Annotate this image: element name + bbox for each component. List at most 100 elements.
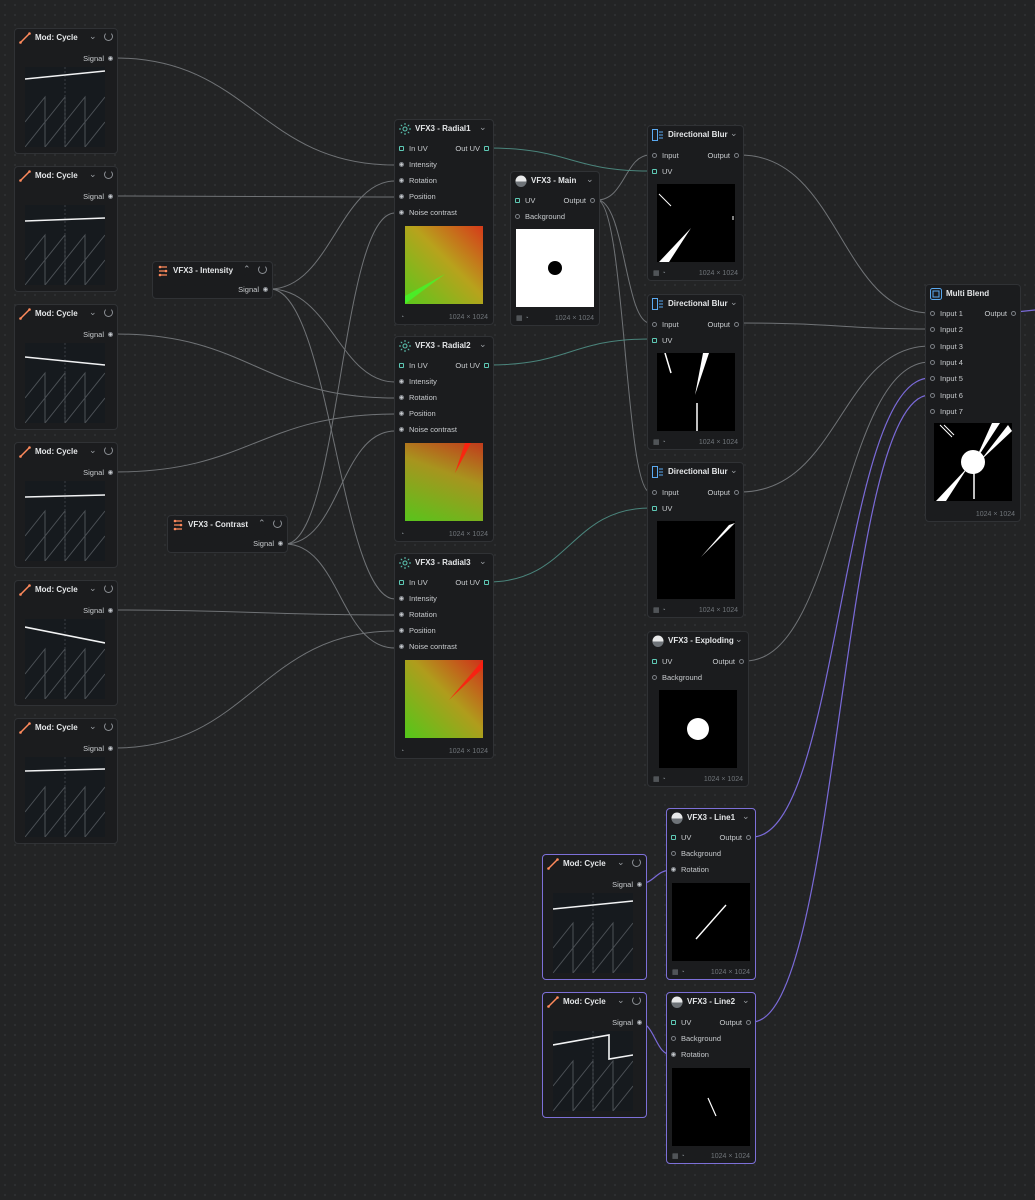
directional-blur-node-1[interactable]: Directional Blur ⌄ Input Output UV ▦ ◔ 1… bbox=[647, 125, 744, 281]
intensity-node[interactable]: VFX3 - Intensity ⌃ Signal bbox=[152, 261, 273, 299]
output-port[interactable]: Output bbox=[689, 149, 739, 163]
output-port[interactable]: Output bbox=[694, 655, 744, 669]
timeline-icon[interactable]: ▦ ◔ bbox=[653, 269, 666, 277]
node-title: Mod: Cycle bbox=[35, 171, 78, 180]
sphere-icon bbox=[671, 996, 683, 1008]
signal-output[interactable]: Signal bbox=[53, 190, 113, 204]
mod-cycle-node-5[interactable]: Mod: Cycle ⌄ Signal bbox=[14, 580, 118, 706]
signal-output[interactable]: Signal bbox=[582, 1016, 642, 1030]
output-port[interactable]: Output bbox=[689, 486, 739, 500]
power-icon[interactable] bbox=[104, 308, 113, 317]
chevron-down-icon[interactable]: ⌄ bbox=[479, 556, 487, 567]
modulator-curve-icon bbox=[19, 32, 31, 44]
chevron-up-icon[interactable]: ⌃ bbox=[243, 264, 251, 275]
out-uv-port[interactable]: Out UV bbox=[439, 359, 489, 373]
cycle-preview bbox=[553, 1031, 633, 1111]
vfx-main-node[interactable]: VFX3 - Main ⌄ UV Output Background ▦ ◔ 1… bbox=[510, 171, 600, 326]
directional-blur-node-2[interactable]: Directional Blur ⌄ Input Output UV ▦ ◔ 1… bbox=[647, 294, 744, 450]
chevron-down-icon[interactable]: ⌄ bbox=[479, 339, 487, 350]
mod-cycle-node-6[interactable]: Mod: Cycle ⌄ Signal bbox=[14, 718, 118, 844]
timeline-icon[interactable]: ▦ ◔ bbox=[653, 775, 666, 783]
radial-preview bbox=[405, 443, 483, 521]
timeline-icon[interactable]: ▦ ◔ bbox=[653, 606, 666, 614]
signal-output[interactable]: Signal bbox=[53, 466, 113, 480]
signal-output[interactable]: Signal bbox=[223, 537, 283, 551]
timeline-icon[interactable]: ▦ ◔ bbox=[672, 1152, 685, 1160]
signal-output[interactable]: Signal bbox=[582, 878, 642, 892]
timeline-icon[interactable]: ◔ bbox=[400, 314, 404, 321]
cycle-preview bbox=[25, 343, 105, 423]
power-icon[interactable] bbox=[273, 519, 282, 528]
vfx-exploding-node[interactable]: VFX3 - Exploding ⌄ UV Output Background … bbox=[647, 631, 749, 787]
multi-blend-node[interactable]: Multi Blend Input 1 Output Input 2 Input… bbox=[925, 284, 1021, 522]
timeline-icon[interactable]: ◔ bbox=[400, 748, 404, 755]
resolution-label: 1024 × 1024 bbox=[448, 748, 488, 755]
out-uv-port[interactable]: Out UV bbox=[439, 142, 489, 156]
resolution-label: 1024 × 1024 bbox=[698, 439, 738, 446]
vfx-line2-node[interactable]: VFX3 - Line2 ⌄ UV Output Background Rota… bbox=[666, 992, 756, 1164]
directional-blur-icon bbox=[652, 466, 663, 478]
output-port[interactable]: Output bbox=[689, 318, 739, 332]
chevron-down-icon[interactable]: ⌄ bbox=[89, 721, 97, 732]
chevron-down-icon[interactable]: ⌄ bbox=[730, 128, 738, 139]
node-title: Directional Blur bbox=[668, 467, 728, 476]
modulator-curve-icon bbox=[547, 996, 559, 1008]
chevron-down-icon[interactable]: ⌄ bbox=[89, 445, 97, 456]
power-icon[interactable] bbox=[632, 858, 641, 867]
out-uv-port[interactable]: Out UV bbox=[439, 576, 489, 590]
signal-output[interactable]: Signal bbox=[53, 604, 113, 618]
chevron-up-icon[interactable]: ⌃ bbox=[258, 518, 266, 529]
mod-cycle-node-2[interactable]: Mod: Cycle ⌄ Signal bbox=[14, 166, 118, 292]
chevron-down-icon[interactable]: ⌄ bbox=[89, 31, 97, 42]
power-icon[interactable] bbox=[632, 996, 641, 1005]
chevron-down-icon[interactable]: ⌄ bbox=[730, 297, 738, 308]
chevron-down-icon[interactable]: ⌄ bbox=[742, 995, 750, 1006]
mod-cycle-node-8[interactable]: Mod: Cycle ⌄ Signal bbox=[542, 992, 647, 1118]
mod-cycle-node-7[interactable]: Mod: Cycle ⌄ Signal bbox=[542, 854, 647, 980]
signal-output[interactable]: Signal bbox=[208, 283, 268, 297]
chevron-down-icon[interactable]: ⌄ bbox=[742, 811, 750, 822]
cycle-preview bbox=[25, 481, 105, 561]
vfx-line1-node[interactable]: VFX3 - Line1 ⌄ UV Output Background Rota… bbox=[666, 808, 756, 980]
power-icon[interactable] bbox=[104, 446, 113, 455]
radial3-node[interactable]: VFX3 - Radial3 ⌄ In UV Out UV Intensity … bbox=[394, 553, 494, 759]
directional-blur-node-3[interactable]: Directional Blur ⌄ Input Output UV ▦ ◔ 1… bbox=[647, 462, 744, 618]
node-title: Mod: Cycle bbox=[35, 309, 78, 318]
power-icon[interactable] bbox=[104, 32, 113, 41]
mod-cycle-node-4[interactable]: Mod: Cycle ⌄ Signal bbox=[14, 442, 118, 568]
resolution-label: 1024 × 1024 bbox=[710, 969, 750, 976]
chevron-down-icon[interactable]: ⌄ bbox=[89, 307, 97, 318]
cycle-preview bbox=[553, 893, 633, 973]
radial-burst-icon bbox=[399, 557, 411, 569]
timeline-icon[interactable]: ◔ bbox=[400, 531, 404, 538]
signal-output[interactable]: Signal bbox=[53, 742, 113, 756]
radial2-node[interactable]: VFX3 - Radial2 ⌄ In UV Out UV Intensity … bbox=[394, 336, 494, 542]
sphere-icon bbox=[515, 175, 527, 187]
power-icon[interactable] bbox=[258, 265, 267, 274]
signal-output[interactable]: Signal bbox=[53, 328, 113, 342]
output-port[interactable]: Output bbox=[701, 831, 751, 845]
output-port[interactable]: Output bbox=[966, 307, 1016, 321]
output-port[interactable]: Output bbox=[545, 194, 595, 208]
resolution-label: 1024 × 1024 bbox=[975, 511, 1015, 518]
timeline-icon[interactable]: ▦ ◔ bbox=[672, 968, 685, 976]
power-icon[interactable] bbox=[104, 584, 113, 593]
chevron-down-icon[interactable]: ⌄ bbox=[735, 634, 743, 645]
chevron-down-icon[interactable]: ⌄ bbox=[89, 169, 97, 180]
timeline-icon[interactable]: ▦ ◔ bbox=[653, 438, 666, 446]
power-icon[interactable] bbox=[104, 170, 113, 179]
signal-output[interactable]: Signal bbox=[53, 52, 113, 66]
mod-cycle-node-1[interactable]: Mod: Cycle ⌄ Signal bbox=[14, 28, 118, 154]
chevron-down-icon[interactable]: ⌄ bbox=[617, 857, 625, 868]
chevron-down-icon[interactable]: ⌄ bbox=[89, 583, 97, 594]
radial1-node[interactable]: VFX3 - Radial1 ⌄ In UV Out UV Intensity … bbox=[394, 119, 494, 325]
chevron-down-icon[interactable]: ⌄ bbox=[586, 174, 594, 185]
chevron-down-icon[interactable]: ⌄ bbox=[730, 465, 738, 476]
timeline-icon[interactable]: ▦ ◔ bbox=[516, 314, 529, 322]
chevron-down-icon[interactable]: ⌄ bbox=[479, 122, 487, 133]
output-port[interactable]: Output bbox=[701, 1016, 751, 1030]
contrast-node[interactable]: VFX3 - Contrast ⌃ Signal bbox=[167, 515, 288, 553]
mod-cycle-node-3[interactable]: Mod: Cycle ⌄ Signal bbox=[14, 304, 118, 430]
power-icon[interactable] bbox=[104, 722, 113, 731]
chevron-down-icon[interactable]: ⌄ bbox=[617, 995, 625, 1006]
